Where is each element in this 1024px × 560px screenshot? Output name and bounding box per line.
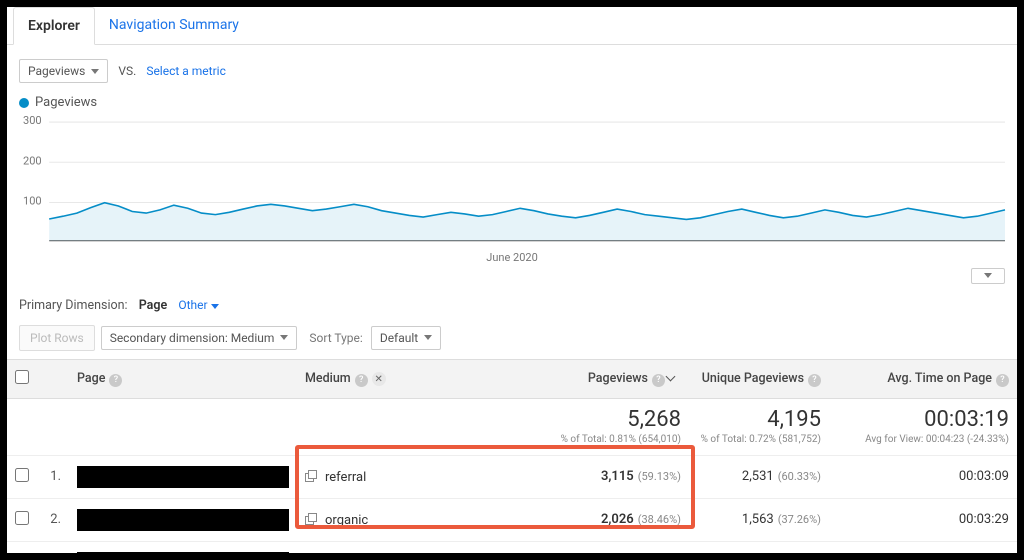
pageviews-pct: (38.46%) <box>638 513 681 526</box>
total-unique-pageviews-sub: % of Total: 0.72% (581,752) <box>697 434 821 445</box>
external-link-icon[interactable] <box>305 513 317 525</box>
time-value: 00:03:29 <box>829 498 1017 541</box>
caret-down-icon <box>424 335 432 340</box>
row-index: 2. <box>39 498 69 541</box>
help-icon[interactable]: ? <box>996 374 1009 387</box>
remove-dimension-icon[interactable]: ✕ <box>372 372 386 386</box>
select-all-checkbox[interactable] <box>15 370 29 384</box>
row-index: 3. <box>39 541 69 553</box>
y-tick-200: 200 <box>23 154 42 167</box>
table-row: 3. (none) 127(2.41%) 101(2.41%) 00:03:35 <box>7 541 1017 553</box>
sort-type-value: Default <box>380 331 418 345</box>
secondary-dimension-dropdown[interactable]: Secondary dimension: Medium <box>101 326 298 350</box>
pageviews-pct: (59.13%) <box>638 470 681 483</box>
sort-desc-icon <box>667 373 677 383</box>
report-table: Page? Medium?✕ Pageviews? Unique Pagevie… <box>7 359 1017 553</box>
medium-value: organic <box>325 513 368 528</box>
unique-pct: (37.26%) <box>778 513 821 526</box>
col-unique-pageviews[interactable]: Unique Pageviews? <box>689 359 829 398</box>
pageviews-value: 2,026 <box>601 512 634 527</box>
secondary-dimension-label: Secondary dimension: Medium <box>110 331 275 345</box>
chart-x-axis-label: June 2020 <box>19 251 1005 264</box>
vs-label: VS. <box>118 64 136 78</box>
legend-dot-icon <box>19 98 29 108</box>
total-unique-pageviews: 4,195 <box>697 407 821 432</box>
caret-down-icon <box>280 335 288 340</box>
total-avg-time: 00:03:19 <box>837 407 1009 432</box>
external-link-icon[interactable] <box>305 470 317 482</box>
select-metric-link[interactable]: Select a metric <box>146 64 226 78</box>
col-avg-time[interactable]: Avg. Time on Page? <box>829 359 1017 398</box>
table-row: 1. referral 3,115(59.13%) 2,531(60.33%) … <box>7 455 1017 498</box>
help-icon[interactable]: ? <box>109 374 122 387</box>
total-avg-time-sub: Avg for View: 00:04:23 (-24.33%) <box>837 434 1009 445</box>
y-tick-100: 100 <box>23 195 42 208</box>
redacted-page <box>77 509 289 531</box>
sort-type-dropdown[interactable]: Default <box>371 326 441 350</box>
time-value: 00:03:35 <box>829 541 1017 553</box>
help-icon[interactable]: ? <box>355 374 368 387</box>
unique-value: 1,563 <box>742 512 774 527</box>
primary-dimension-other[interactable]: Other <box>178 298 218 312</box>
plot-rows-button: Plot Rows <box>19 325 95 351</box>
caret-down-icon <box>211 304 219 309</box>
totals-row: 5,268 % of Total: 0.81% (654,010) 4,195 % … <box>7 398 1017 455</box>
primary-dimension-label: Primary Dimension: <box>19 298 128 313</box>
medium-value: referral <box>325 470 366 485</box>
row-checkbox[interactable] <box>15 468 29 482</box>
col-pageviews[interactable]: Pageviews? <box>535 359 689 398</box>
caret-down-icon <box>91 69 99 74</box>
table-row: 2. organic 2,026 (38.46%) 1,563 (37.26%) 0… <box>7 498 1017 541</box>
unique-pct: (60.33%) <box>778 470 821 483</box>
report-tabs: Explorer Navigation Summary <box>7 7 1017 45</box>
tab-explorer[interactable]: Explorer <box>13 7 95 45</box>
chart-resolution-dropdown[interactable] <box>971 268 1005 284</box>
help-icon[interactable]: ? <box>808 374 821 387</box>
col-page[interactable]: Page? <box>69 359 297 398</box>
sort-type-label: Sort Type: <box>309 331 362 345</box>
unique-value: 2,531 <box>742 469 774 484</box>
help-icon[interactable]: ? <box>652 374 665 387</box>
pageviews-value: 3,115 <box>601 469 634 484</box>
time-value: 00:03:09 <box>829 455 1017 498</box>
row-checkbox[interactable] <box>15 511 29 525</box>
y-tick-300: 300 <box>23 114 42 127</box>
tab-navigation-summary[interactable]: Navigation Summary <box>95 7 253 44</box>
total-pageviews: 5,268 <box>543 407 681 432</box>
caret-down-icon <box>984 273 992 278</box>
metric-dropdown-label: Pageviews <box>28 64 85 78</box>
col-medium[interactable]: Medium?✕ <box>297 359 535 398</box>
legend-series-label: Pageviews <box>35 95 97 110</box>
row-index: 1. <box>39 455 69 498</box>
total-pageviews-sub: % of Total: 0.81% (654,010) <box>543 434 681 445</box>
pageviews-chart: 300 200 100 <box>19 112 1005 243</box>
redacted-page <box>77 466 289 488</box>
primary-dimension-value: Page <box>139 298 168 313</box>
metric-dropdown[interactable]: Pageviews <box>19 59 108 83</box>
redacted-page <box>77 552 289 553</box>
